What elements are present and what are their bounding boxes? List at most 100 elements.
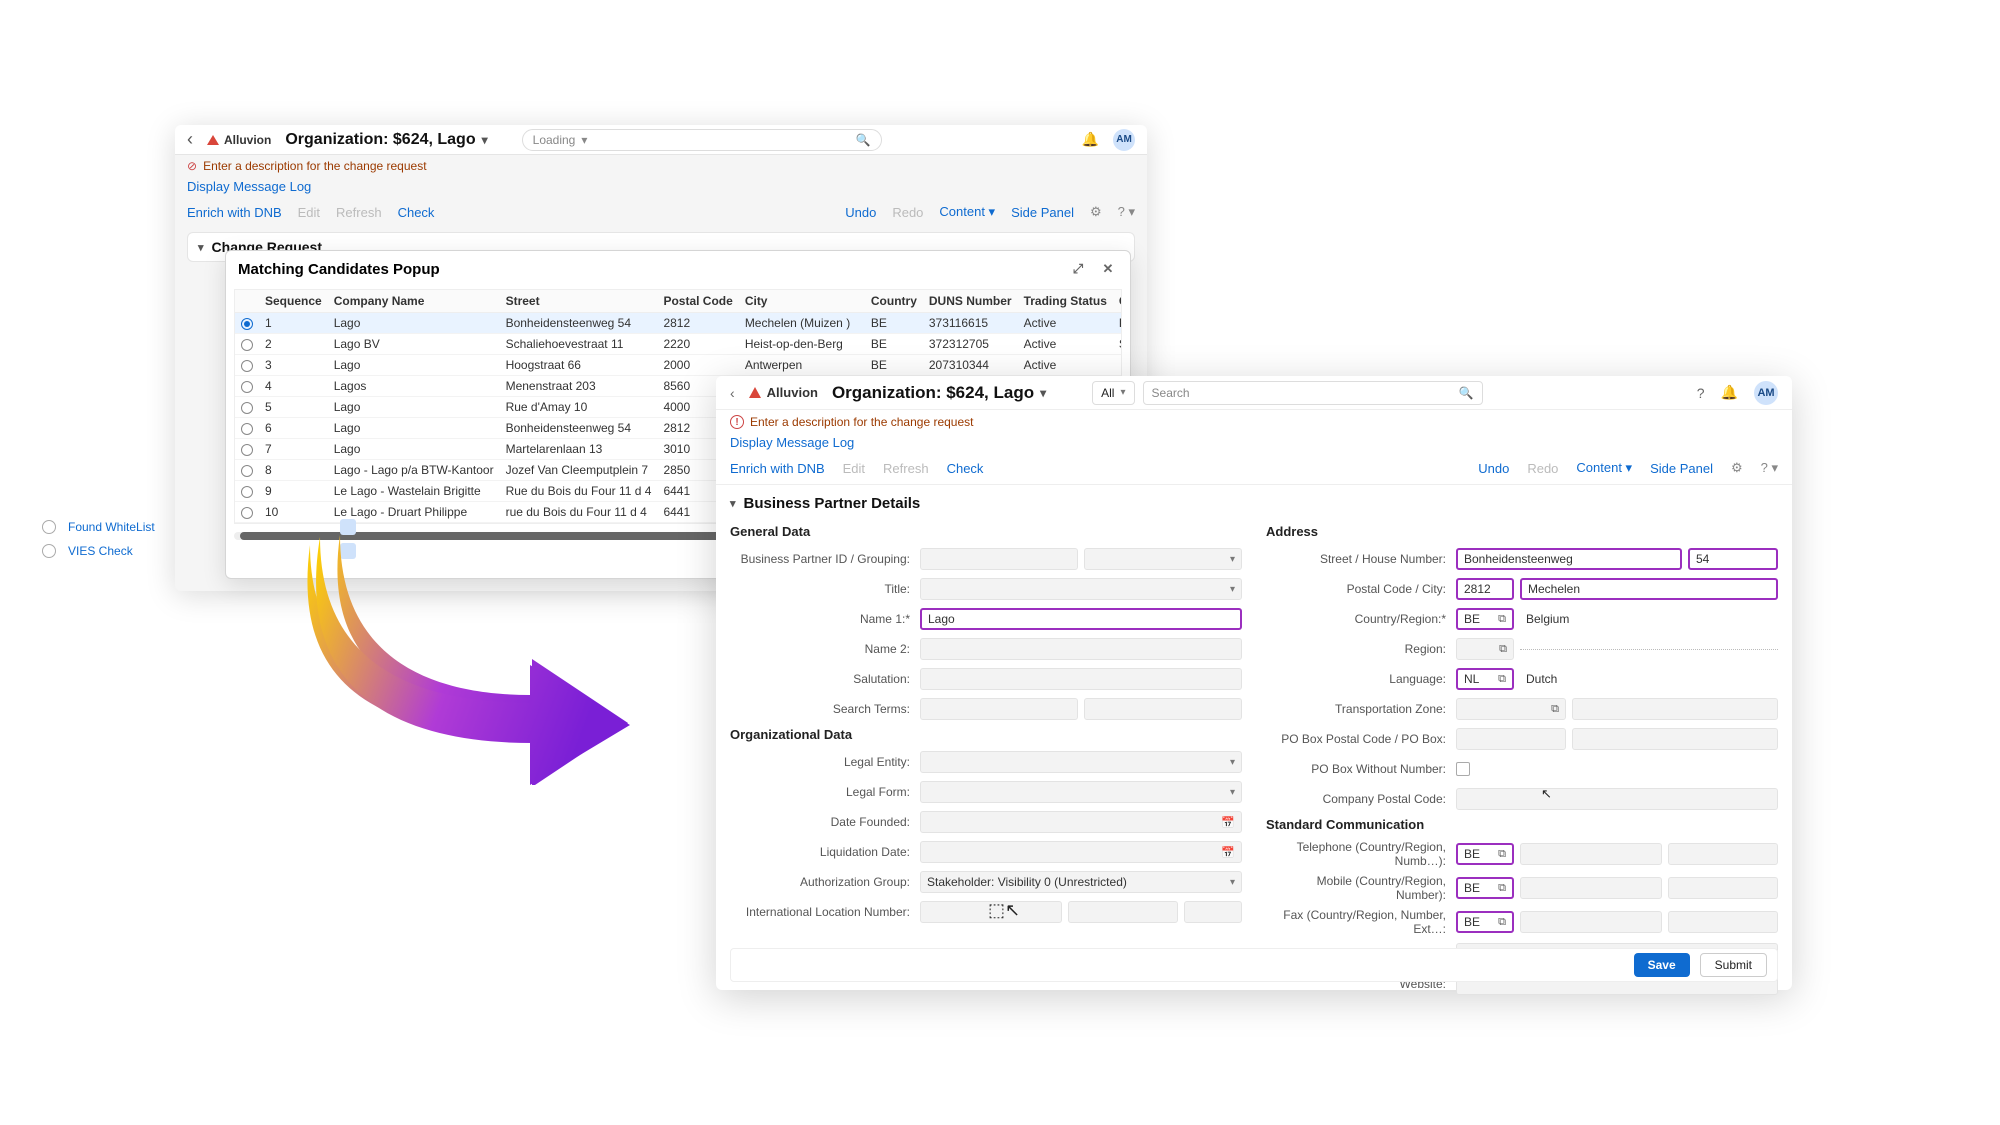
radio-icon[interactable]: [42, 520, 56, 534]
fax-country-input[interactable]: BE: [1456, 911, 1514, 933]
company-pc-input[interactable]: [1456, 788, 1778, 810]
title-dropdown[interactable]: [920, 578, 1242, 600]
country-code-input[interactable]: BE: [1456, 608, 1514, 630]
mob-number-input[interactable]: [1520, 877, 1662, 899]
close-icon[interactable]: ✕: [1098, 259, 1118, 279]
bp-details-section[interactable]: ▾Business Partner Details: [730, 495, 1778, 512]
front-display-log-link[interactable]: Display Message Log: [716, 434, 1792, 456]
table-cell: Jozef Van Cleemputplein 7: [500, 460, 658, 481]
legal-entity-dropdown[interactable]: [920, 751, 1242, 773]
tzone-text-input[interactable]: [1572, 698, 1778, 720]
street-input[interactable]: Bonheidensteenweg: [1456, 548, 1682, 570]
row-radio[interactable]: [241, 465, 253, 477]
filter-dropdown[interactable]: All▾: [1092, 381, 1134, 405]
gear-icon[interactable]: ⚙: [1731, 460, 1743, 476]
label-po-pc: PO Box Postal Code / PO Box:: [1266, 732, 1456, 746]
iln-input-1[interactable]: [920, 901, 1062, 923]
check-link[interactable]: Check: [947, 461, 984, 476]
house-number-input[interactable]: 54: [1688, 548, 1778, 570]
pobox-input[interactable]: [1572, 728, 1778, 750]
radio-icon[interactable]: [42, 544, 56, 558]
back-display-log-link[interactable]: Display Message Log: [175, 177, 1147, 200]
city-input[interactable]: Mechelen: [1520, 578, 1778, 600]
submit-button[interactable]: Submit: [1700, 953, 1767, 977]
table-header[interactable]: Trading Status: [1018, 290, 1113, 313]
fax-number-input[interactable]: [1520, 911, 1662, 933]
content-dropdown[interactable]: Content ▾: [939, 204, 995, 220]
table-row[interactable]: 1LagoBonheidensteenweg 542812Mechelen (M…: [235, 313, 1122, 334]
side-panel-link[interactable]: Side Panel: [1650, 461, 1713, 476]
table-header[interactable]: City: [739, 290, 865, 313]
liquidation-date-input[interactable]: [920, 841, 1242, 863]
table-row[interactable]: 3LagoHoogstraat 662000AntwerpenBE2073103…: [235, 355, 1122, 376]
postal-code-input[interactable]: 2812: [1456, 578, 1514, 600]
pobox-pc-input[interactable]: [1456, 728, 1566, 750]
language-code-input[interactable]: NL: [1456, 668, 1514, 690]
enrich-dnb-link[interactable]: Enrich with DNB: [730, 461, 825, 476]
row-radio[interactable]: [241, 486, 253, 498]
check-link[interactable]: Check: [398, 205, 435, 220]
table-header[interactable]: Postal Code: [657, 290, 738, 313]
table-header[interactable]: Country: [865, 290, 923, 313]
grouping-dropdown[interactable]: [1084, 548, 1242, 570]
user-avatar[interactable]: AM: [1754, 381, 1778, 405]
tel-country-input[interactable]: BE: [1456, 843, 1514, 865]
mob-ext-input[interactable]: [1668, 877, 1778, 899]
front-search-input[interactable]: Search🔍: [1143, 381, 1483, 405]
enrich-dnb-link[interactable]: Enrich with DNB: [187, 205, 282, 220]
help-icon[interactable]: ?: [1697, 385, 1705, 401]
content-dropdown[interactable]: Content ▾: [1576, 460, 1632, 476]
salutation-input[interactable]: [920, 668, 1242, 690]
row-radio[interactable]: [241, 381, 253, 393]
bell-icon[interactable]: 🔔: [1721, 384, 1738, 401]
name2-input[interactable]: [920, 638, 1242, 660]
mob-country-input[interactable]: BE: [1456, 877, 1514, 899]
back-nav-icon[interactable]: ‹: [730, 385, 735, 401]
expand-icon[interactable]: ⤢: [1068, 259, 1088, 279]
help-dropdown-icon[interactable]: ? ▾: [1118, 204, 1135, 220]
row-radio[interactable]: [241, 402, 253, 414]
undo-link[interactable]: Undo: [1478, 461, 1509, 476]
undo-link[interactable]: Undo: [845, 205, 876, 220]
table-cell: 373116615: [923, 313, 1018, 334]
tel-ext-input[interactable]: [1668, 843, 1778, 865]
row-radio[interactable]: [241, 360, 253, 372]
row-radio[interactable]: [241, 339, 253, 351]
search-term2-input[interactable]: [1084, 698, 1242, 720]
date-founded-input[interactable]: [920, 811, 1242, 833]
warning-icon: !: [730, 415, 744, 429]
save-button[interactable]: Save: [1634, 953, 1690, 977]
table-header[interactable]: [235, 290, 259, 313]
table-header[interactable]: Company Name: [328, 290, 500, 313]
table-row[interactable]: 2Lago BVSchaliehoevestraat 112220Heist-o…: [235, 334, 1122, 355]
fax-ext-input[interactable]: [1668, 911, 1778, 933]
bp-id-input[interactable]: [920, 548, 1078, 570]
back-nav-icon[interactable]: ‹: [187, 129, 193, 150]
tzone-input[interactable]: [1456, 698, 1566, 720]
pobox-without-checkbox[interactable]: [1456, 762, 1470, 776]
name1-input[interactable]: Lago: [920, 608, 1242, 630]
iln-input-2[interactable]: [1068, 901, 1178, 923]
front-page-title[interactable]: Organization: $624, Lago▾: [832, 383, 1046, 403]
region-input[interactable]: [1456, 638, 1514, 660]
row-radio[interactable]: [241, 318, 253, 330]
search-term1-input[interactable]: [920, 698, 1078, 720]
table-header[interactable]: Street: [500, 290, 658, 313]
auth-group-dropdown[interactable]: Stakeholder: Visibility 0 (Unrestricted): [920, 871, 1242, 893]
iln-input-3[interactable]: [1184, 901, 1242, 923]
legal-form-dropdown[interactable]: [920, 781, 1242, 803]
table-header[interactable]: DUNS Number: [923, 290, 1018, 313]
row-radio[interactable]: [241, 423, 253, 435]
help-dropdown-icon[interactable]: ? ▾: [1761, 460, 1778, 476]
table-header[interactable]: Company Tree Role: [1113, 290, 1122, 313]
gear-icon[interactable]: ⚙: [1090, 204, 1102, 220]
tel-number-input[interactable]: [1520, 843, 1662, 865]
row-radio[interactable]: [241, 444, 253, 456]
user-avatar[interactable]: AM: [1113, 129, 1135, 151]
table-header[interactable]: Sequence: [259, 290, 328, 313]
back-search-input[interactable]: Loading▾🔍: [522, 129, 882, 151]
side-panel-link[interactable]: Side Panel: [1011, 205, 1074, 220]
table-cell: Martelarenlaan 13: [500, 439, 658, 460]
bell-icon[interactable]: 🔔: [1082, 131, 1099, 148]
back-page-title[interactable]: Organization: $624, Lago▾: [285, 131, 487, 149]
